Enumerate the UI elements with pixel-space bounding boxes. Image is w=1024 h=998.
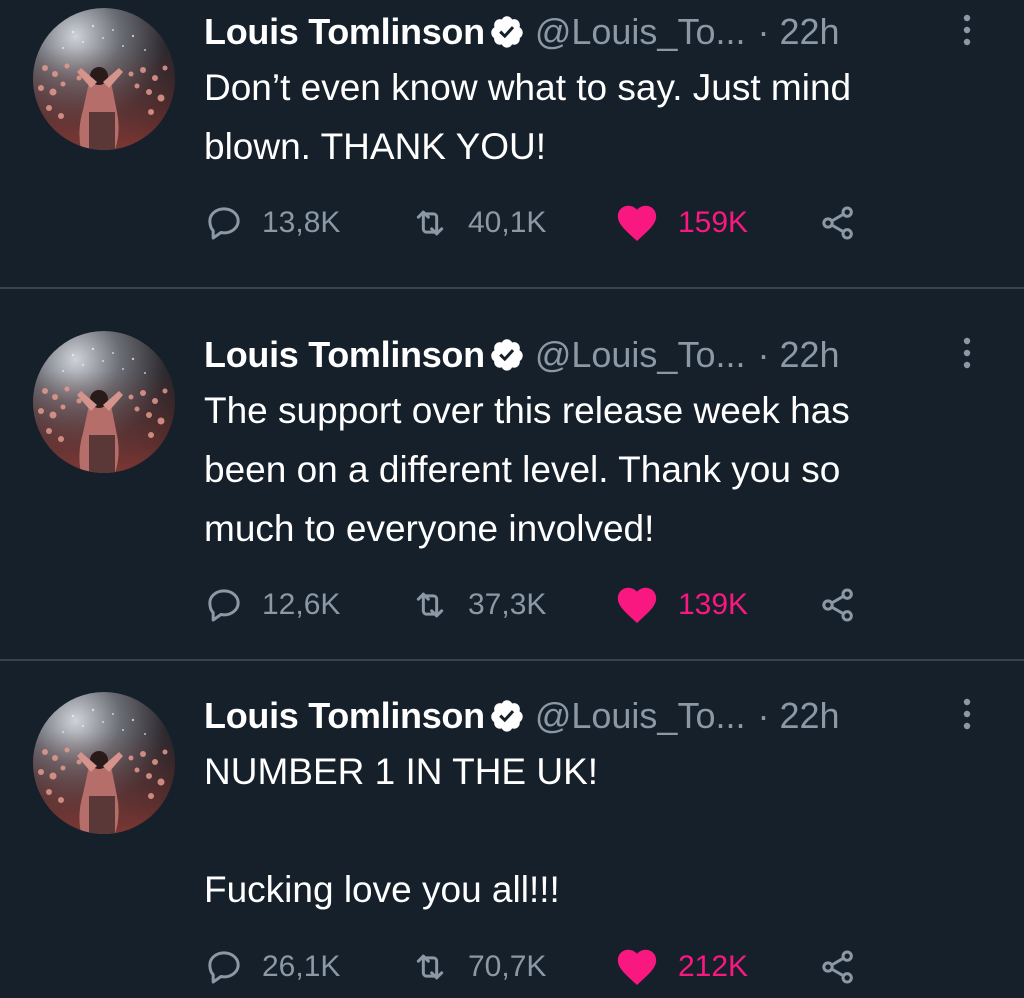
- like-count: 212K: [678, 950, 749, 983]
- heart-icon: [614, 200, 660, 246]
- avatar[interactable]: [33, 692, 175, 834]
- reply-count: 13,8K: [262, 206, 341, 239]
- retweet-count: 70,7K: [468, 950, 547, 983]
- share-icon: [818, 947, 858, 987]
- separator-dot: ·: [757, 695, 770, 736]
- share-button[interactable]: [818, 580, 858, 630]
- tweet-timestamp[interactable]: 22h: [779, 695, 839, 737]
- reply-button[interactable]: 12,6K: [204, 580, 340, 630]
- author-handle[interactable]: @Louis_To...: [535, 695, 746, 737]
- tweet-divider: [0, 659, 1024, 661]
- reply-count: 26,1K: [262, 950, 341, 983]
- separator-dot: ·: [757, 334, 770, 375]
- tweet-timestamp[interactable]: 22h: [779, 11, 839, 53]
- reply-button[interactable]: 13,8K: [204, 198, 340, 248]
- retweet-button[interactable]: 37,3K: [410, 580, 546, 630]
- separator-dot: ·: [757, 11, 770, 52]
- author-name[interactable]: Louis Tomlinson: [204, 695, 485, 737]
- retweet-icon: [410, 947, 450, 987]
- author-name[interactable]: Louis Tomlinson: [204, 11, 485, 53]
- verified-badge-icon: [489, 14, 525, 50]
- avatar[interactable]: [33, 8, 175, 150]
- like-count: 159K: [678, 206, 749, 239]
- verified-badge-icon: [489, 698, 525, 734]
- retweet-count: 37,3K: [468, 588, 547, 621]
- retweet-button[interactable]: 40,1K: [410, 198, 546, 248]
- more-options-icon[interactable]: [958, 10, 976, 50]
- retweet-icon: [410, 585, 450, 625]
- share-button[interactable]: [818, 198, 858, 248]
- tweet-header: Louis Tomlinson @Louis_To... · 22h: [204, 2, 840, 62]
- tweet[interactable]: Louis Tomlinson @Louis_To... · 22h Don’t…: [0, 0, 1024, 288]
- avatar[interactable]: [33, 331, 175, 473]
- like-button[interactable]: 159K: [614, 198, 748, 248]
- reply-count: 12,6K: [262, 588, 341, 621]
- reply-icon: [204, 947, 244, 987]
- share-button[interactable]: [818, 942, 858, 992]
- reply-button[interactable]: 26,1K: [204, 942, 340, 992]
- share-icon: [818, 585, 858, 625]
- author-handle[interactable]: @Louis_To...: [535, 11, 746, 53]
- verified-badge-icon: [489, 337, 525, 373]
- reply-icon: [204, 585, 244, 625]
- heart-icon: [614, 944, 660, 990]
- tweet-text: NUMBER 1 IN THE UK! Fucking love you all…: [204, 751, 599, 910]
- tweet-header: Louis Tomlinson @Louis_To... · 22h: [204, 325, 840, 385]
- author-name[interactable]: Louis Tomlinson: [204, 334, 485, 376]
- retweet-button[interactable]: 70,7K: [410, 942, 546, 992]
- reply-icon: [204, 203, 244, 243]
- tweet-divider: [0, 287, 1024, 289]
- heart-icon: [614, 582, 660, 628]
- retweet-icon: [410, 203, 450, 243]
- tweet-text: The support over this release week has b…: [204, 390, 850, 549]
- retweet-count: 40,1K: [468, 206, 547, 239]
- like-button[interactable]: 139K: [614, 580, 748, 630]
- more-options-icon[interactable]: [958, 333, 976, 373]
- more-options-icon[interactable]: [958, 694, 976, 734]
- like-button[interactable]: 212K: [614, 942, 748, 992]
- tweet[interactable]: Louis Tomlinson @Louis_To... · 22h The s…: [0, 323, 1024, 659]
- author-handle[interactable]: @Louis_To...: [535, 334, 746, 376]
- share-icon: [818, 203, 858, 243]
- tweet-timestamp[interactable]: 22h: [779, 334, 839, 376]
- like-count: 139K: [678, 588, 749, 621]
- tweet-header: Louis Tomlinson @Louis_To... · 22h: [204, 686, 840, 746]
- tweet-text: Don’t even know what to say. Just mind b…: [204, 67, 852, 167]
- tweet[interactable]: Louis Tomlinson @Louis_To... · 22h NUMBE…: [0, 684, 1024, 995]
